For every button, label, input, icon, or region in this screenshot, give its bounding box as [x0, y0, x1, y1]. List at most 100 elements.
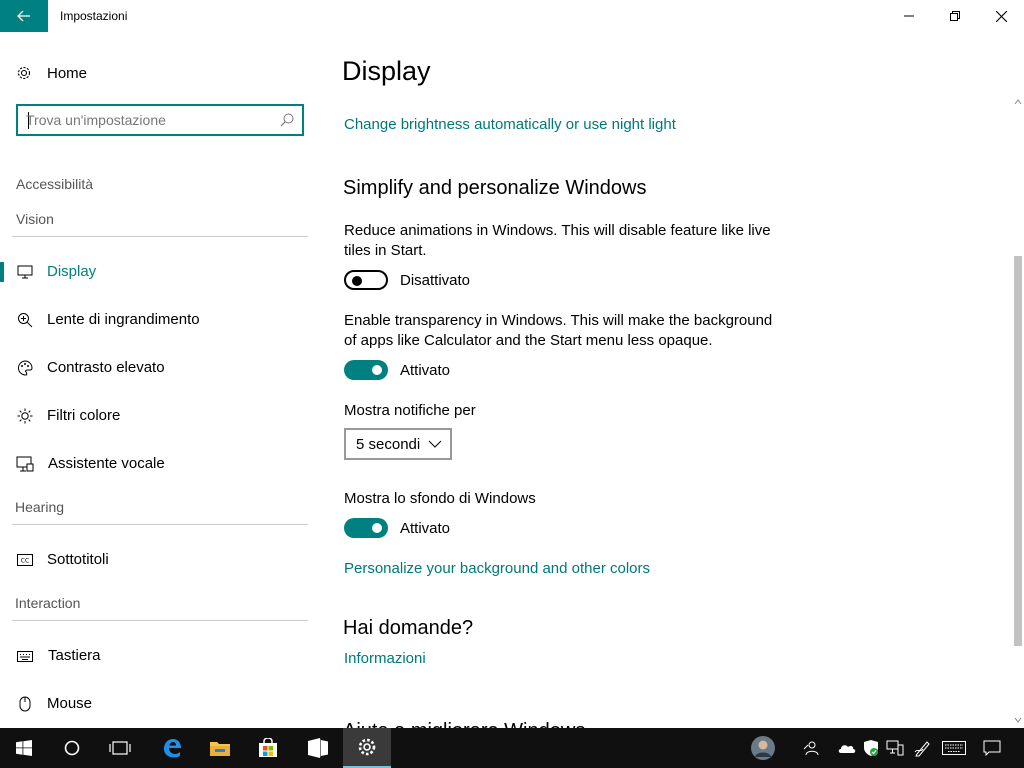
- minimize-button[interactable]: [886, 0, 932, 32]
- palette-icon: [16, 359, 34, 377]
- sidebar-item-keyboard[interactable]: Tastiera: [0, 636, 322, 676]
- toggle-knob: [352, 276, 362, 286]
- scroll-up-icon[interactable]: [1014, 98, 1022, 106]
- taskbar: [0, 728, 1024, 768]
- questions-heading: Hai domande?: [343, 617, 474, 639]
- section-interaction: Interaction: [15, 595, 81, 611]
- page-title: Display: [342, 56, 431, 86]
- edge-button[interactable]: [148, 728, 196, 768]
- divider: [12, 524, 308, 525]
- sidebar-item-label: Sottotitoli: [47, 551, 109, 568]
- task-view-button[interactable]: [96, 728, 144, 768]
- start-button[interactable]: [0, 728, 48, 768]
- onedrive-button[interactable]: [836, 728, 858, 768]
- notifications-dropdown[interactable]: 5 secondi: [344, 428, 452, 460]
- close-button[interactable]: [978, 0, 1024, 32]
- cortana-button[interactable]: [48, 728, 96, 768]
- gear-icon: [16, 64, 34, 82]
- monitor-icon: [16, 263, 34, 281]
- store-button[interactable]: [244, 728, 292, 768]
- animations-toggle[interactable]: [344, 270, 388, 290]
- animations-description: Reduce animations in Windows. This will …: [344, 222, 771, 259]
- keyboard-icon: [16, 647, 34, 665]
- search-icon[interactable]: [280, 113, 294, 127]
- sidebar-item-mouse[interactable]: Mouse: [0, 684, 322, 724]
- sidebar-item-captions[interactable]: CC Sottotitoli: [0, 540, 322, 580]
- onedrive-icon: [838, 745, 856, 753]
- transparency-toggle-row: Attivato: [344, 360, 450, 380]
- svg-text:CC: CC: [21, 558, 29, 565]
- transparency-toggle[interactable]: [344, 360, 388, 380]
- background-toggle-row: Attivato: [344, 518, 450, 538]
- windows-start-icon: [16, 740, 32, 756]
- background-state: Attivato: [400, 519, 451, 537]
- people-button[interactable]: [800, 728, 822, 768]
- toggle-knob: [372, 523, 382, 533]
- sidebar-item-label: Display: [47, 263, 97, 280]
- app-button[interactable]: [294, 728, 342, 768]
- scrollbar[interactable]: [1012, 96, 1024, 728]
- defender-button[interactable]: [860, 728, 882, 768]
- sidebar-item-color-filters[interactable]: Filtri colore: [0, 396, 322, 436]
- divider: [12, 236, 308, 237]
- sidebar: Home Accessibilità Vision Display Lente …: [0, 32, 322, 728]
- info-link[interactable]: Informazioni: [344, 650, 426, 667]
- window-title: Impostazioni: [60, 9, 128, 23]
- network-button[interactable]: [884, 728, 906, 768]
- store-icon: [259, 738, 277, 757]
- notifications-label: Mostra notifiche per: [344, 402, 476, 419]
- close-icon: [995, 10, 1007, 22]
- home-label: Home: [47, 64, 88, 82]
- transparency-state: Attivato: [400, 361, 451, 379]
- back-button[interactable]: [0, 0, 48, 32]
- file-explorer-icon: [210, 742, 230, 756]
- animations-toggle-row: Disattivato: [344, 270, 470, 290]
- sidebar-item-narrator[interactable]: Assistente vocale: [0, 444, 322, 484]
- app-icon: [308, 738, 328, 758]
- pen-button[interactable]: [912, 728, 934, 768]
- touch-keyboard-button[interactable]: [940, 728, 968, 768]
- sidebar-item-label: Contrasto elevato: [47, 359, 165, 376]
- background-toggle[interactable]: [344, 518, 388, 538]
- avatar[interactable]: [750, 728, 776, 768]
- animations-state: Disattivato: [400, 271, 471, 289]
- cc-icon: CC: [16, 551, 34, 569]
- simplify-heading: Simplify and personalize Windows: [343, 177, 647, 199]
- defender-icon: [864, 740, 878, 756]
- scroll-down-icon[interactable]: [1014, 716, 1022, 724]
- cortana-icon: [64, 740, 80, 756]
- search-input[interactable]: [26, 111, 276, 129]
- sidebar-item-display[interactable]: Display: [0, 252, 322, 292]
- network-icon: [886, 740, 904, 756]
- toggle-knob: [372, 365, 382, 375]
- sidebar-item-label: Mouse: [47, 695, 93, 712]
- scrollbar-thumb[interactable]: [1014, 256, 1022, 646]
- brightness-link[interactable]: Change brightness automatically or use n…: [344, 116, 676, 133]
- sidebar-item-high-contrast[interactable]: Contrasto elevato: [0, 348, 322, 388]
- minimize-icon: [904, 15, 914, 17]
- task-view-icon: [109, 741, 131, 755]
- sidebar-item-label: Lente di ingrandimento: [47, 311, 200, 328]
- action-center-button[interactable]: [978, 728, 1006, 768]
- home-link[interactable]: Home: [16, 62, 87, 84]
- divider: [12, 620, 308, 621]
- sidebar-item-label: Assistente vocale: [48, 455, 165, 472]
- narrator-icon: [16, 455, 34, 473]
- chevron-down-icon: [428, 440, 442, 448]
- sidebar-item-magnifier[interactable]: Lente di ingrandimento: [0, 300, 322, 340]
- search-box[interactable]: [16, 104, 304, 136]
- dropdown-value: 5 secondi: [356, 436, 421, 453]
- restore-button[interactable]: [932, 0, 978, 32]
- sidebar-item-label: Tastiera: [48, 647, 101, 664]
- keyboard-icon: [942, 741, 966, 755]
- people-icon: [803, 741, 819, 756]
- category-label: Accessibilità: [16, 176, 94, 192]
- transparency-description: Enable transparency in Windows. This wil…: [344, 312, 773, 349]
- personalize-link[interactable]: Personalize your background and other co…: [344, 560, 650, 577]
- edge-icon: [164, 739, 181, 758]
- improve-heading: Aiuta a migliorare Windows: [343, 720, 585, 728]
- notification-icon: [983, 740, 1001, 756]
- section-vision: Vision: [16, 211, 54, 227]
- settings-taskbar-button[interactable]: [343, 728, 391, 768]
- file-explorer-button[interactable]: [196, 728, 244, 768]
